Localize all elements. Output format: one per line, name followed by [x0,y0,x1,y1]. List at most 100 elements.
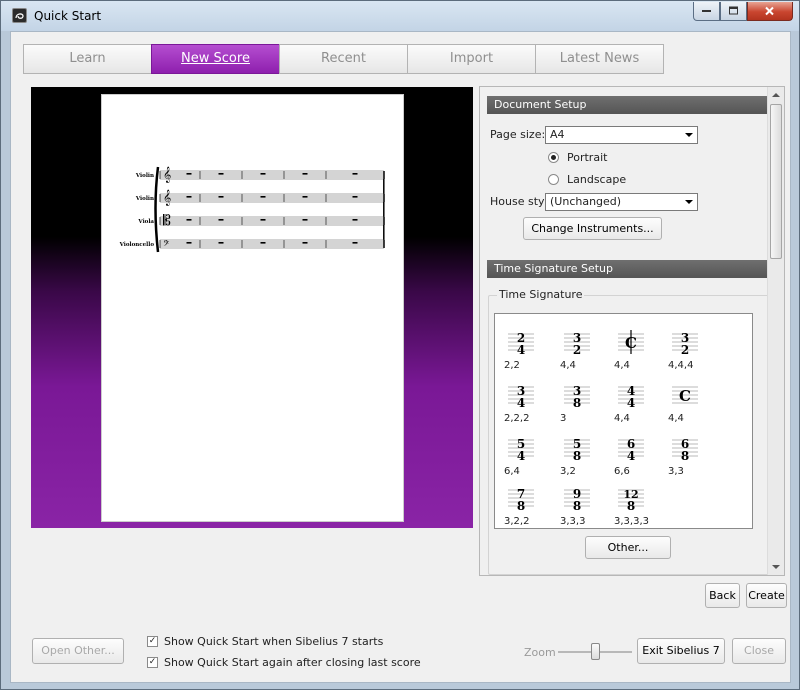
time-signature-symbol: 58 [564,437,590,463]
time-signature-symbol: 128 [618,488,644,513]
time-signature-symbol: 68 [672,437,698,463]
show-on-start-checkbox[interactable]: ✓ Show Quick Start when Sibelius 7 start… [147,635,383,648]
beam-grouping-label: 4,4 [614,413,630,424]
time-signature-symbol: 78 [508,487,534,513]
tab-learn[interactable]: Learn [23,44,152,74]
time-signature-option[interactable]: C 4,4 [668,381,718,429]
zoom-label: Zoom [524,646,556,659]
title-bar[interactable]: Quick Start [1,1,799,31]
score-notation: Violin 𝄞 Violin 𝄞 Viola 𝄡 Violoncello 𝄢 [119,166,385,253]
time-signature-option[interactable]: 2 4 2,2 [504,328,554,376]
tab-recent[interactable]: Recent [279,44,408,74]
whole-rest [352,173,358,175]
whole-rest [302,196,308,198]
instrument-name: Violoncello [119,242,155,248]
whole-rest [218,219,224,221]
maximize-icon [728,6,738,15]
back-button[interactable]: Back [705,583,740,608]
scroll-thumb[interactable] [770,104,782,259]
time-signature-denominator: 2 [681,343,689,357]
beam-grouping-label: 4,4,4 [668,360,694,371]
dropdown-arrow-icon [685,200,693,204]
whole-rest [186,242,192,244]
landscape-radio[interactable]: Landscape [548,173,626,186]
maximize-button[interactable] [720,2,747,21]
open-other-button[interactable]: Open Other... [32,638,124,664]
instrument-name: Viola [137,219,154,225]
time-signature-option[interactable]: C 4,4 [614,328,664,376]
whole-rest [218,242,224,244]
zoom-slider-thumb[interactable] [591,643,600,660]
house-style-select[interactable]: (Unchanged) [545,193,698,211]
clef-icon: 𝄞 [163,167,171,183]
time-signature-denominator: 8 [517,499,525,513]
time-signature-symbol: 24 [508,331,534,357]
whole-rest [260,219,266,221]
tab-latest-news[interactable]: Latest News [535,44,664,74]
change-instruments-button[interactable]: Change Instruments... [523,217,662,240]
beam-grouping-label: 4,4 [614,360,630,371]
whole-rest [302,242,308,244]
beam-grouping-label: 6,6 [614,466,630,477]
show-after-close-checkbox[interactable]: ✓ Show Quick Start again after closing l… [147,656,421,669]
minimize-icon [701,10,711,12]
time-signature-option[interactable]: 6 4 6,6 [614,434,664,482]
scroll-up-icon[interactable] [772,93,780,97]
quick-start-window: Quick Start Learn New Score Recent Impor… [0,0,800,690]
time-signature-symbol: 98 [564,487,590,513]
time-signature-option[interactable]: 4 4 4,4 [614,381,664,429]
whole-rest [302,173,308,175]
create-button[interactable]: Create [746,583,787,608]
clef-icon: 𝄞 [163,190,171,206]
time-signature-option[interactable]: 3 4 2,2,2 [504,381,554,429]
house-style-value: (Unchanged) [550,195,622,208]
time-signature-denominator: 8 [573,396,581,410]
portrait-radio[interactable]: Portrait [548,151,607,164]
beam-grouping-label: 4,4 [668,413,684,424]
whole-rest [186,219,192,221]
tab-new-score[interactable]: New Score [151,44,280,74]
time-signature-option[interactable]: 7 8 3,2,2 [504,484,554,532]
portrait-label: Portrait [567,151,608,164]
time-signature-option[interactable]: 9 8 3,3,3 [560,484,610,532]
time-signature-denominator: 4 [517,449,525,463]
time-signature-option[interactable]: 3 2 4,4 [560,328,610,376]
time-signature-option[interactable]: 5 8 3,2 [560,434,610,482]
close-button[interactable]: Close [732,638,786,664]
beam-grouping-label: 3,2,2 [504,516,530,527]
page-size-select[interactable]: A4 [545,126,698,144]
time-signature-group-label: Time Signature [497,288,585,301]
checkmark-icon: ✓ [147,636,158,647]
time-signature-denominator: 8 [573,449,581,463]
whole-rest [302,219,308,221]
setup-panel: Document Setup Page size: A4 Portrait La… [479,86,785,576]
time-signature-option[interactable]: 12 8 3,3,3,3 [614,484,664,532]
whole-rest [260,196,266,198]
exit-sibelius-button[interactable]: Exit Sibelius 7 [637,638,725,664]
time-signature-option[interactable]: 38 3 [560,381,610,429]
time-signature-denominator: 8 [681,449,689,463]
time-signature-option[interactable]: 5 4 6,4 [504,434,554,482]
document-setup-header: Document Setup [487,96,772,114]
minimize-button[interactable] [693,2,720,21]
time-signature-option[interactable]: 3 2 4,4,4 [668,328,718,376]
tab-bar: Learn New Score Recent Import Latest New… [23,44,664,74]
bracket [154,166,160,253]
common-time-icon: C [679,387,691,405]
time-signature-option[interactable]: 6 8 3,3 [668,434,718,482]
time-signature-symbol: C [672,386,698,405]
other-time-signature-button[interactable]: Other... [585,536,671,559]
beam-grouping-label: 2,2 [504,360,520,371]
score-preview: Violin 𝄞 Violin 𝄞 Viola 𝄡 Violoncello 𝄢 [31,87,473,528]
close-window-button[interactable] [747,2,793,21]
scroll-down-icon[interactable] [772,565,780,569]
time-signature-denominator: 2 [573,343,581,357]
whole-rest [352,242,358,244]
time-signature-denominator: 4 [517,396,525,410]
tab-import[interactable]: Import [407,44,536,74]
time-signature-symbol: 44 [618,384,644,410]
panel-scrollbar[interactable] [767,87,784,575]
window-title: Quick Start [34,9,102,23]
time-signature-setup-header: Time Signature Setup [487,260,772,278]
time-signature-denominator: 4 [627,396,635,410]
